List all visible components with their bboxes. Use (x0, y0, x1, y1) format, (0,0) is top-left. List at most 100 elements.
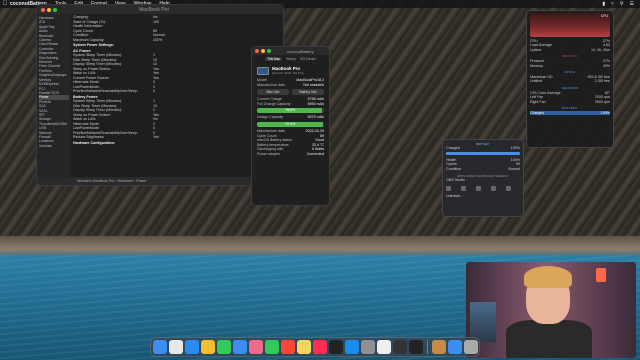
charge-bar: 96.6% (257, 108, 324, 114)
settings-icon[interactable] (360, 340, 375, 354)
laptop-icon (257, 66, 269, 75)
popover-condition-label: Condition (446, 166, 462, 171)
battery-heading: BATTERY (562, 106, 578, 111)
cpu-graph: CPU (530, 13, 610, 37)
battery-stat-label: Charged (530, 111, 544, 116)
full-capacity-label: Full Charge Capacity (257, 101, 291, 106)
battery-power-row-value: Yes (153, 135, 159, 139)
coconut-info-value: Not readable (303, 82, 324, 87)
battery-stat-value: 100% (600, 111, 610, 116)
sidebar-item[interactable]: Volumes (39, 144, 69, 148)
app-icon[interactable] (491, 185, 496, 191)
close-button[interactable] (41, 7, 45, 12)
messages-icon[interactable] (216, 340, 231, 354)
popover-charge-value: 100% (510, 146, 520, 150)
tab-this-mac[interactable]: This Mac (265, 57, 283, 61)
presenter-body (506, 320, 592, 358)
appstore-icon[interactable] (344, 340, 359, 354)
design-capacity-label: Design Capacity (257, 115, 284, 120)
popover-uninstall-link[interactable]: Uninstall... (446, 194, 463, 199)
stat-value: 39% (602, 63, 610, 68)
popover-app-icons (446, 183, 520, 194)
mail-icon[interactable] (232, 340, 247, 354)
battery-status-icon[interactable]: ▮ (602, 1, 605, 7)
battery-power-row-label: Reduce Brightness: (73, 135, 105, 139)
battery-info-row-label: Maximum Capacity: (73, 37, 105, 42)
stat-row: Untitled 2 GB free (530, 79, 610, 83)
capacity-bar: 97.9% (257, 121, 324, 127)
coconut-close-button[interactable] (255, 49, 259, 53)
finder-window-icon[interactable] (447, 340, 462, 354)
battery-stat-row: Charged 100% (530, 111, 610, 116)
dock-separator (426, 340, 428, 354)
notes-icon[interactable] (296, 340, 311, 354)
design-capacity-value: 6075 mAh (307, 115, 324, 120)
mac-info-button[interactable]: Mac Info (257, 89, 289, 96)
music-icon[interactable] (312, 340, 327, 354)
app-icon[interactable] (476, 185, 481, 191)
battery-info-button[interactable]: Battery Info (292, 89, 324, 96)
sysinfo-sidebar: Hardware ATA Apple Pay Audio Bluetooth Camera… (37, 14, 71, 177)
coconut-titlebar[interactable]: coconutBattery (252, 47, 329, 55)
coconut-zoom-button[interactable] (267, 49, 271, 53)
popover-charge-row: Charged 100% (446, 146, 520, 151)
battery-info-row: Maximum Capacity: 100% (73, 38, 281, 43)
stat-value: 2 GB free (594, 79, 610, 84)
coconut-info-label: Manufacture date (257, 82, 285, 87)
charge-bar-label: 96.6% (285, 108, 296, 113)
coconut-icon[interactable] (431, 340, 446, 354)
app-icon[interactable] (461, 185, 466, 191)
tv-icon[interactable] (328, 340, 343, 354)
photos-icon[interactable] (248, 340, 263, 354)
coconut-info-value: Connected (306, 151, 324, 156)
webcam-lamp (596, 268, 606, 282)
model-header: MacBook Pro (16-inch, 2021, M1 Pro) (252, 63, 329, 78)
obs-icon[interactable] (392, 340, 407, 354)
dock (150, 337, 480, 357)
ac-power-row-value: 0 (153, 89, 155, 93)
search-icon[interactable]: ⚲ (620, 1, 624, 7)
coconut-minimize-button[interactable] (261, 49, 265, 53)
capacity-bar-label: 97.9% (285, 121, 296, 126)
stat-label: Untitled (530, 79, 543, 84)
stat-value: 14, 4h, 45m (591, 47, 610, 52)
popover-footer[interactable]: Uninstall... (446, 194, 520, 199)
webcam-overlay (466, 262, 636, 358)
control-center-icon[interactable]: ☰ (630, 1, 634, 7)
tab-ios-device[interactable]: iOS Device (300, 57, 316, 61)
popover-app-name[interactable]: OBS Studio (446, 178, 465, 183)
finder-icon[interactable] (152, 340, 167, 354)
terminal-icon[interactable] (408, 340, 423, 354)
wifi-icon[interactable]: ≈ (611, 1, 614, 7)
popover-condition-row: Condition Normal (446, 167, 520, 172)
notion-icon[interactable] (376, 340, 391, 354)
apple-menu-icon[interactable]:  (0, 1, 10, 7)
stat-label: Uptime (530, 47, 542, 52)
ac-power-row: PrioritizeNetworkReachabilityOverSleep: 0 (73, 89, 281, 94)
sysinfo-titlebar[interactable]: MacBook Pro (37, 5, 283, 14)
app-icon[interactable] (506, 185, 511, 191)
tab-history[interactable]: History (286, 57, 296, 61)
launchpad-icon[interactable] (168, 340, 183, 354)
coconut-info-label: Power adapter (257, 151, 281, 156)
popover-charge-bar-fill (446, 151, 520, 155)
disks-heading: DISKS (564, 70, 576, 75)
coconut-title: coconutBattery (287, 48, 314, 54)
stat-label: Memory (530, 63, 543, 68)
trash-icon[interactable] (463, 340, 478, 354)
minimize-button[interactable] (47, 7, 51, 12)
stat-label: Right Fan (530, 99, 546, 104)
full-capacity-row: Full Charge Capacity 5950 mAh (252, 102, 329, 107)
facetime-icon[interactable] (264, 340, 279, 354)
zoom-button[interactable] (53, 7, 57, 12)
power-settings-heading: System Power Settings: (73, 43, 114, 47)
sysinfo-pathbar: Michael's MacBook Pro › Hardware › Power (37, 177, 283, 185)
battery-info-row-value: 100% (153, 37, 163, 42)
stats-panel: CPU CPU 27% Load Average 4.63 Uptime 14, 4h, … (526, 10, 614, 148)
hardware-config-heading: Hardware Configuration: (73, 140, 116, 145)
app-icon[interactable] (446, 185, 451, 191)
safari-icon[interactable] (184, 340, 199, 354)
coconut-info-row: Power adapter Connected (252, 152, 329, 157)
chrome-icon[interactable] (200, 340, 215, 354)
calendar-icon[interactable] (280, 340, 295, 354)
